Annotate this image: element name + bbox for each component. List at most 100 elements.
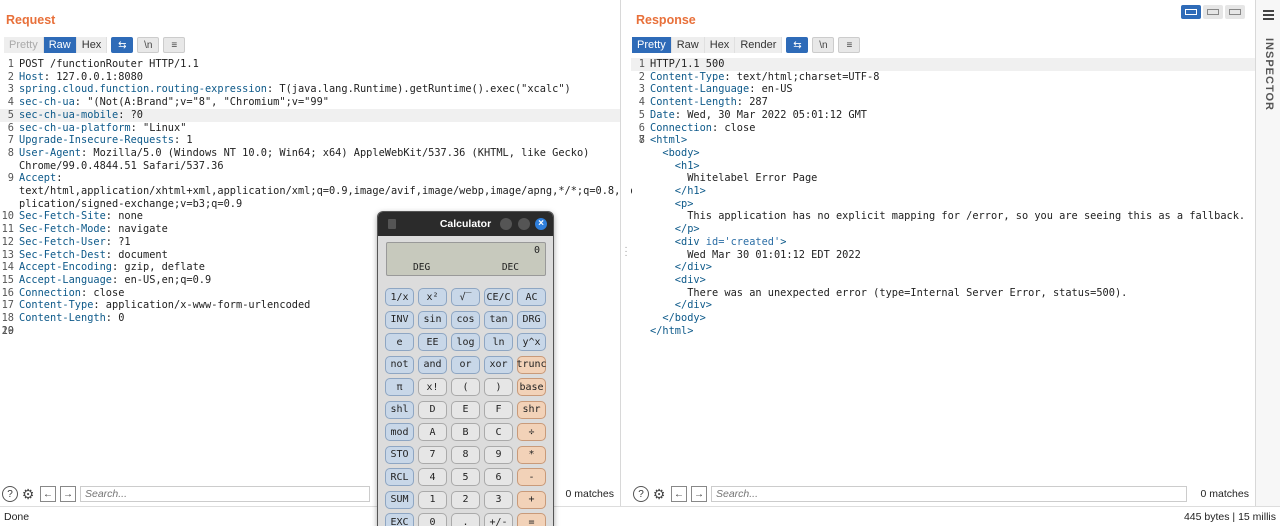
prev-arrow-icon[interactable]: ← [40, 486, 56, 502]
calc-key[interactable]: * [517, 445, 546, 464]
calc-key[interactable]: EE [418, 333, 447, 351]
calc-key[interactable]: 8 [451, 445, 480, 464]
calc-key[interactable]: e [385, 333, 414, 351]
request-search-input[interactable] [80, 486, 370, 502]
gear-icon[interactable]: ⚙ [20, 486, 36, 502]
calc-key[interactable]: x! [418, 378, 447, 396]
calc-key[interactable]: +/- [484, 513, 513, 526]
request-tab-pretty[interactable]: Pretty [4, 37, 44, 53]
calc-key[interactable]: π [385, 378, 414, 396]
minimize-icon[interactable] [500, 218, 512, 230]
calc-key[interactable]: cos [451, 310, 480, 329]
layout-side-by-side-icon[interactable] [1181, 5, 1201, 19]
request-wrap-icon[interactable]: ⇆ [111, 37, 134, 53]
request-tab-raw[interactable]: Raw [43, 37, 77, 53]
calc-key[interactable]: ln [484, 333, 513, 351]
help-icon[interactable]: ? [633, 486, 649, 502]
calc-key[interactable]: mod [385, 423, 414, 441]
calc-key[interactable]: trunc [516, 355, 547, 374]
line-number: 18 [1, 312, 14, 325]
calc-key[interactable]: A [418, 423, 447, 441]
calc-key[interactable]: shl [385, 400, 414, 419]
calc-key[interactable]: log [451, 333, 480, 351]
calc-key[interactable]: STO [385, 445, 414, 464]
calc-key[interactable]: y^x [517, 333, 546, 351]
calc-key[interactable]: 9 [484, 445, 513, 464]
calc-key[interactable]: 6 [484, 468, 513, 486]
help-icon[interactable]: ? [2, 486, 18, 502]
calc-key[interactable]: 4 [418, 468, 447, 486]
close-icon[interactable]: × [535, 218, 547, 230]
calc-key[interactable]: √‾ [451, 288, 480, 306]
calc-key[interactable]: or [451, 355, 480, 374]
calc-key[interactable]: xor [484, 355, 513, 374]
request-newline-icon[interactable]: \n [137, 37, 160, 53]
request-tab-hex[interactable]: Hex [76, 37, 108, 53]
calc-key[interactable]: AC [517, 288, 546, 306]
request-menu-icon[interactable]: ≡ [163, 37, 186, 53]
calc-key[interactable]: sin [418, 310, 447, 329]
response-wrap-icon[interactable]: ⇆ [786, 37, 809, 53]
calc-key[interactable]: 1 [418, 490, 447, 509]
calc-key[interactable]: ÷ [517, 423, 546, 441]
calculator-menu-icon[interactable] [388, 219, 396, 229]
calculator-window[interactable]: Calculator × 0 DEG DEC 1/x x² √‾ CE/C AC INV s… [377, 211, 554, 526]
calc-key[interactable]: - [517, 468, 546, 486]
header-value: : 127.0.0.1:8080 [43, 70, 144, 83]
calc-key[interactable]: ( [451, 378, 480, 396]
response-editor[interactable]: 1 HTTP/1.1 500 2 Content-Type: text/html;ch… [631, 58, 1255, 478]
inspector-label[interactable]: INSPECTOR [1261, 38, 1275, 111]
calc-key[interactable]: . [451, 513, 480, 526]
calc-key[interactable]: 0 [418, 513, 447, 526]
gear-icon[interactable]: ⚙ [651, 486, 667, 502]
calc-key[interactable]: shr [517, 400, 546, 419]
response-tab-hex[interactable]: Hex [704, 37, 736, 53]
calc-key[interactable]: INV [385, 310, 414, 329]
calc-key[interactable]: DRG [517, 310, 546, 329]
header-name: Sec-Fetch-Site [19, 210, 106, 223]
splitter-handle-icon[interactable]: · · · [624, 243, 628, 261]
code-line: 5 Date: Wed, 30 Mar 2022 05:01:12 GMT [631, 109, 1255, 122]
calc-key[interactable]: D [418, 400, 447, 419]
maximize-icon[interactable] [518, 218, 530, 230]
calc-key[interactable]: RCL [385, 468, 414, 486]
html-tag: <body> [650, 146, 700, 159]
calc-key[interactable]: 2 [451, 490, 480, 509]
calc-key[interactable]: EXC [385, 513, 414, 526]
header-value: : "(Not(A:Brand";v="8", "Chromium";v="99… [74, 96, 329, 109]
inspector-panel[interactable]: INSPECTOR [1255, 0, 1280, 506]
pane-splitter[interactable]: · · · [621, 0, 631, 506]
header-value: : en-US [749, 83, 793, 96]
calc-key[interactable]: C [484, 423, 513, 441]
prev-arrow-icon[interactable]: ← [671, 486, 687, 502]
calc-key[interactable]: B [451, 423, 480, 441]
layout-tabs-icon[interactable] [1225, 5, 1245, 19]
response-tab-render[interactable]: Render [735, 37, 783, 53]
response-tab-pretty[interactable]: Pretty [632, 37, 672, 53]
response-tab-raw[interactable]: Raw [671, 37, 705, 53]
layout-top-bottom-icon[interactable] [1203, 5, 1223, 19]
calc-key[interactable]: 3 [484, 490, 513, 509]
calc-key[interactable]: 5 [451, 468, 480, 486]
calc-key[interactable]: base [517, 378, 546, 396]
calc-key[interactable]: 7 [418, 445, 447, 464]
calc-key[interactable]: ) [484, 378, 513, 396]
calc-key[interactable]: E [451, 400, 480, 419]
calc-key[interactable]: = [517, 513, 546, 526]
inspector-menu-icon[interactable] [1263, 10, 1274, 22]
calc-key[interactable]: + [517, 490, 546, 509]
calc-key[interactable]: tan [484, 310, 513, 329]
response-search-input[interactable] [711, 486, 1187, 502]
calc-key[interactable]: F [484, 400, 513, 419]
calc-key[interactable]: CE/C [484, 288, 513, 306]
calculator-titlebar[interactable]: Calculator × [378, 212, 553, 236]
next-arrow-icon[interactable]: → [691, 486, 707, 502]
response-menu-icon[interactable]: ≡ [838, 37, 861, 53]
next-arrow-icon[interactable]: → [60, 486, 76, 502]
response-newline-icon[interactable]: \n [812, 37, 835, 53]
calc-key[interactable]: 1/x [385, 288, 414, 306]
calc-key[interactable]: not [385, 355, 414, 374]
calc-key[interactable]: and [418, 355, 447, 374]
calc-key[interactable]: SUM [385, 490, 414, 509]
calc-key[interactable]: x² [418, 288, 447, 306]
